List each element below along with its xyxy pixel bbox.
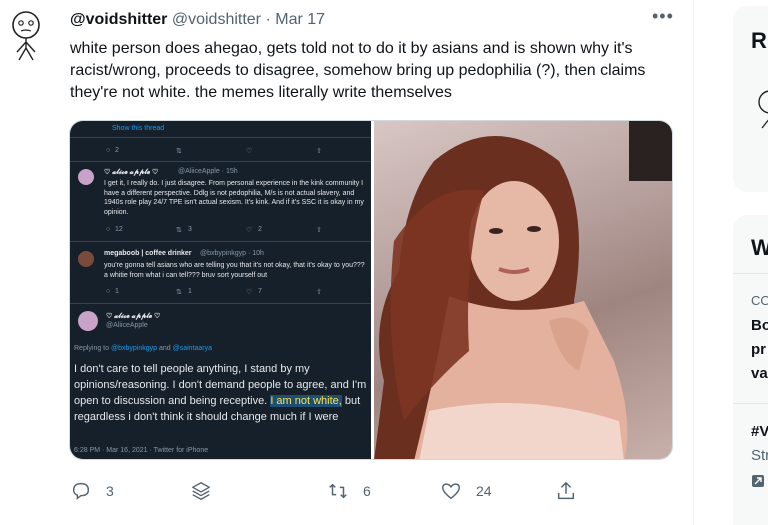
screenshot-replying-to: Replying to @bxbypinkgyp and @saintaarya (74, 345, 212, 352)
trend-headline-1[interactable]: Bo (751, 317, 768, 334)
screenshot-avatar (78, 251, 94, 267)
screenshot-reply3-meta: 6:28 PM · Mar 16, 2021 · Twitter for iPh… (74, 447, 209, 454)
user-avatar[interactable] (6, 8, 46, 62)
show-thread-link: Show this thread (112, 125, 165, 132)
screenshot-avatar (78, 169, 94, 185)
reply-action[interactable]: 3 (70, 478, 114, 504)
more-options-icon[interactable]: ••• (652, 6, 674, 27)
screenshot-reply1-name: ♡ 𝓪𝓵𝓲𝓬𝓮 𝓪𝓹𝓹𝓵𝓮 ♡ (104, 169, 159, 176)
screenshot-reply1-text: I get it, I really do. I just disagree. … (104, 180, 364, 216)
thread-action[interactable] (190, 478, 212, 504)
screenshot-count: 7 (258, 288, 262, 295)
screenshot-divider (70, 137, 371, 138)
layers-icon[interactable] (190, 480, 212, 502)
tweet-media[interactable]: Show this thread ○ 2 ⇅ ♡ ⇧ ♡ 𝓪𝓵𝓲𝓬𝓮 𝓪𝓹𝓹𝓵𝓮… (69, 120, 673, 460)
screenshot-count: 2 (258, 226, 262, 233)
screenshot-count: 2 (115, 147, 119, 154)
screenshot-share-icon: ⇧ (316, 148, 322, 155)
media-image-photo[interactable] (374, 121, 672, 459)
screenshot-reply-icon: ○ (106, 288, 111, 295)
screenshot-like-icon: ♡ (246, 289, 253, 296)
reply-icon[interactable] (70, 480, 92, 502)
screenshot-like-icon: ♡ (246, 148, 253, 155)
screenshot-avatar (78, 311, 98, 331)
replying-prefix: Replying to (74, 345, 110, 352)
display-name[interactable]: @voidshitter (70, 11, 167, 28)
share-icon[interactable] (555, 480, 577, 502)
screenshot-count: 12 (115, 226, 123, 233)
screenshot-reply3-handle: @AliiceApple (106, 322, 148, 329)
sidebar-divider (733, 403, 768, 404)
screenshot-divider (70, 161, 371, 162)
share-action[interactable] (555, 478, 577, 504)
retweet-action[interactable]: 6 (327, 478, 371, 504)
tweet-page: @voidshitter @voidshitter · Mar 17 ••• w… (0, 0, 768, 525)
heart-icon[interactable] (440, 480, 462, 502)
screenshot-share-icon: ⇧ (316, 289, 322, 296)
screenshot-retweet-icon: ⇅ (176, 148, 182, 155)
media-image-screenshot[interactable]: Show this thread ○ 2 ⇅ ♡ ⇧ ♡ 𝓪𝓵𝓲𝓬𝓮 𝓪𝓹𝓹𝓵𝓮… (70, 121, 371, 459)
retweet-icon[interactable] (327, 480, 349, 502)
screenshot-retweet-icon: ⇅ (176, 227, 182, 234)
sidebar-divider (733, 273, 768, 274)
trend-subtext: Str (751, 447, 768, 464)
tweet-text: white person does ahegao, gets told not … (70, 40, 646, 101)
screenshot-reply1-handle: @AliiceApple · 15h (178, 168, 238, 175)
trend-headline-2[interactable]: pr (751, 341, 766, 358)
replying-mention-1: @bxbypinkgyp (110, 345, 158, 352)
replying-mention-2: @saintaarya (172, 345, 213, 352)
screenshot-reply2-handle: @bxbypinkgyp · 10h (200, 250, 264, 257)
sidebar-avatar[interactable] (755, 88, 768, 136)
screenshot-count: 1 (115, 288, 119, 295)
screenshot-reply3-name: ♡ 𝓪𝓵𝓲𝓬𝓮 𝓪𝓹𝓹𝓵𝓮 ♡ (106, 313, 161, 320)
screenshot-reply3-text: I don't care to tell people anything, I … (74, 361, 368, 425)
like-action[interactable]: 24 (440, 478, 492, 504)
replying-and: and (158, 345, 171, 352)
external-link-icon[interactable] (751, 474, 765, 488)
screenshot-reply2-name: megaboob | coffee drinker (104, 250, 192, 257)
sidebar-card-whats-happening: W CO Bo pr va #V Str (733, 215, 768, 525)
screenshot-reply-icon: ○ (106, 147, 111, 154)
screenshot-count: 1 (188, 288, 192, 295)
tweet-date[interactable]: Mar 17 (275, 11, 325, 28)
screenshot-reply2-text: you're gonna tell asians who are telling… (104, 262, 365, 279)
screenshot-divider (70, 303, 371, 304)
user-handle[interactable]: @voidshitter (172, 11, 261, 28)
trend-headline-3[interactable]: va (751, 365, 768, 382)
separator-dot: · (265, 11, 271, 28)
portrait-illustration (374, 121, 672, 459)
screenshot-reply-icon: ○ (106, 226, 111, 233)
trend-hashtag[interactable]: #V (751, 423, 768, 440)
screenshot-count: 3 (188, 226, 192, 233)
reply-count: 3 (106, 483, 114, 499)
screenshot-divider (70, 241, 371, 242)
like-count: 24 (476, 483, 492, 499)
screenshot-retweet-icon: ⇅ (176, 289, 182, 296)
screenshot-share-icon: ⇧ (316, 227, 322, 234)
screenshot-like-icon: ♡ (246, 227, 253, 234)
sidebar-card-relevant: R (733, 6, 768, 192)
retweet-count: 6 (363, 483, 371, 499)
trend-category: CO (751, 293, 768, 308)
sidebar-card1-title: R (751, 28, 767, 53)
tweet-header: @voidshitter @voidshitter · Mar 17 (70, 11, 325, 29)
sidebar-card2-title: W (751, 235, 768, 260)
reply3-text-highlight: I am not white, (270, 395, 342, 407)
column-divider (693, 0, 694, 525)
